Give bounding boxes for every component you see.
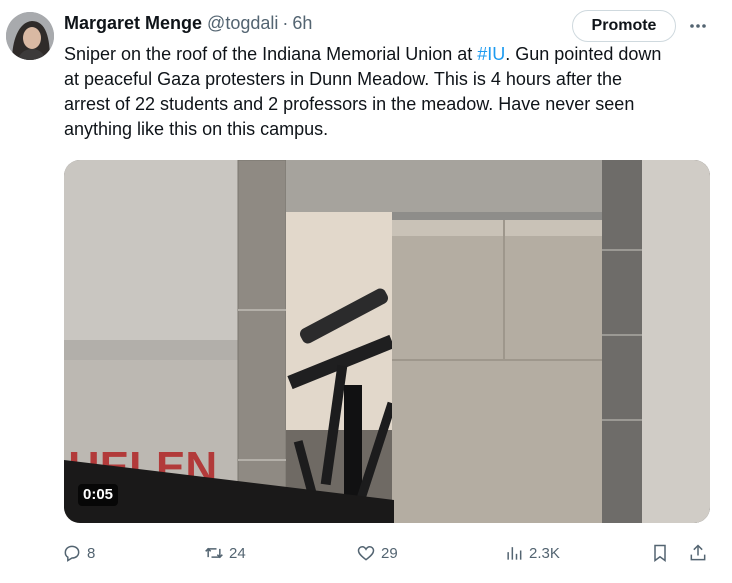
reply-count: 8	[87, 544, 96, 562]
tweet-timestamp[interactable]: 6h	[292, 13, 312, 34]
separator-dot: ·	[282, 12, 289, 33]
reply-button[interactable]: 8	[62, 540, 95, 566]
repost-icon	[205, 547, 223, 559]
reply-icon	[64, 545, 80, 562]
video-frame: HELEN	[64, 160, 710, 523]
author-display-name[interactable]: Margaret Menge	[64, 13, 202, 34]
more-horizontal-icon	[690, 24, 706, 28]
promote-button[interactable]: Promote	[572, 10, 676, 42]
tweet: Margaret Menge @togdali · 6h Promote Sni…	[0, 0, 732, 583]
tweet-text: Sniper on the roof of the Indiana Memori…	[64, 42, 714, 142]
analytics-icon	[507, 547, 522, 560]
bookmark-icon	[654, 544, 666, 562]
more-options-button[interactable]	[684, 12, 712, 40]
tweet-actions-bar: 8 24 29 2.3K	[62, 540, 714, 566]
tweet-header: Margaret Menge @togdali · 6h	[64, 12, 312, 34]
avatar[interactable]	[6, 12, 54, 60]
share-icon	[690, 544, 706, 561]
repost-count: 24	[229, 544, 246, 562]
tweet-text-part-1: Sniper on the roof of the Indiana Memori…	[64, 44, 478, 64]
video-player[interactable]: HELEN	[64, 160, 710, 523]
video-duration-badge: 0:05	[78, 484, 119, 506]
view-count: 2.3K	[529, 544, 560, 562]
avatar-image	[6, 12, 54, 60]
like-button[interactable]: 29	[356, 540, 398, 566]
like-count: 29	[381, 544, 398, 562]
share-button[interactable]	[688, 540, 708, 566]
bookmark-button[interactable]	[650, 540, 670, 566]
hashtag-link[interactable]: #IU	[477, 44, 505, 64]
heart-icon	[357, 545, 375, 561]
views-button[interactable]: 2.3K	[504, 540, 560, 566]
author-handle[interactable]: @togdali	[207, 13, 278, 34]
repost-button[interactable]: 24	[204, 540, 246, 566]
